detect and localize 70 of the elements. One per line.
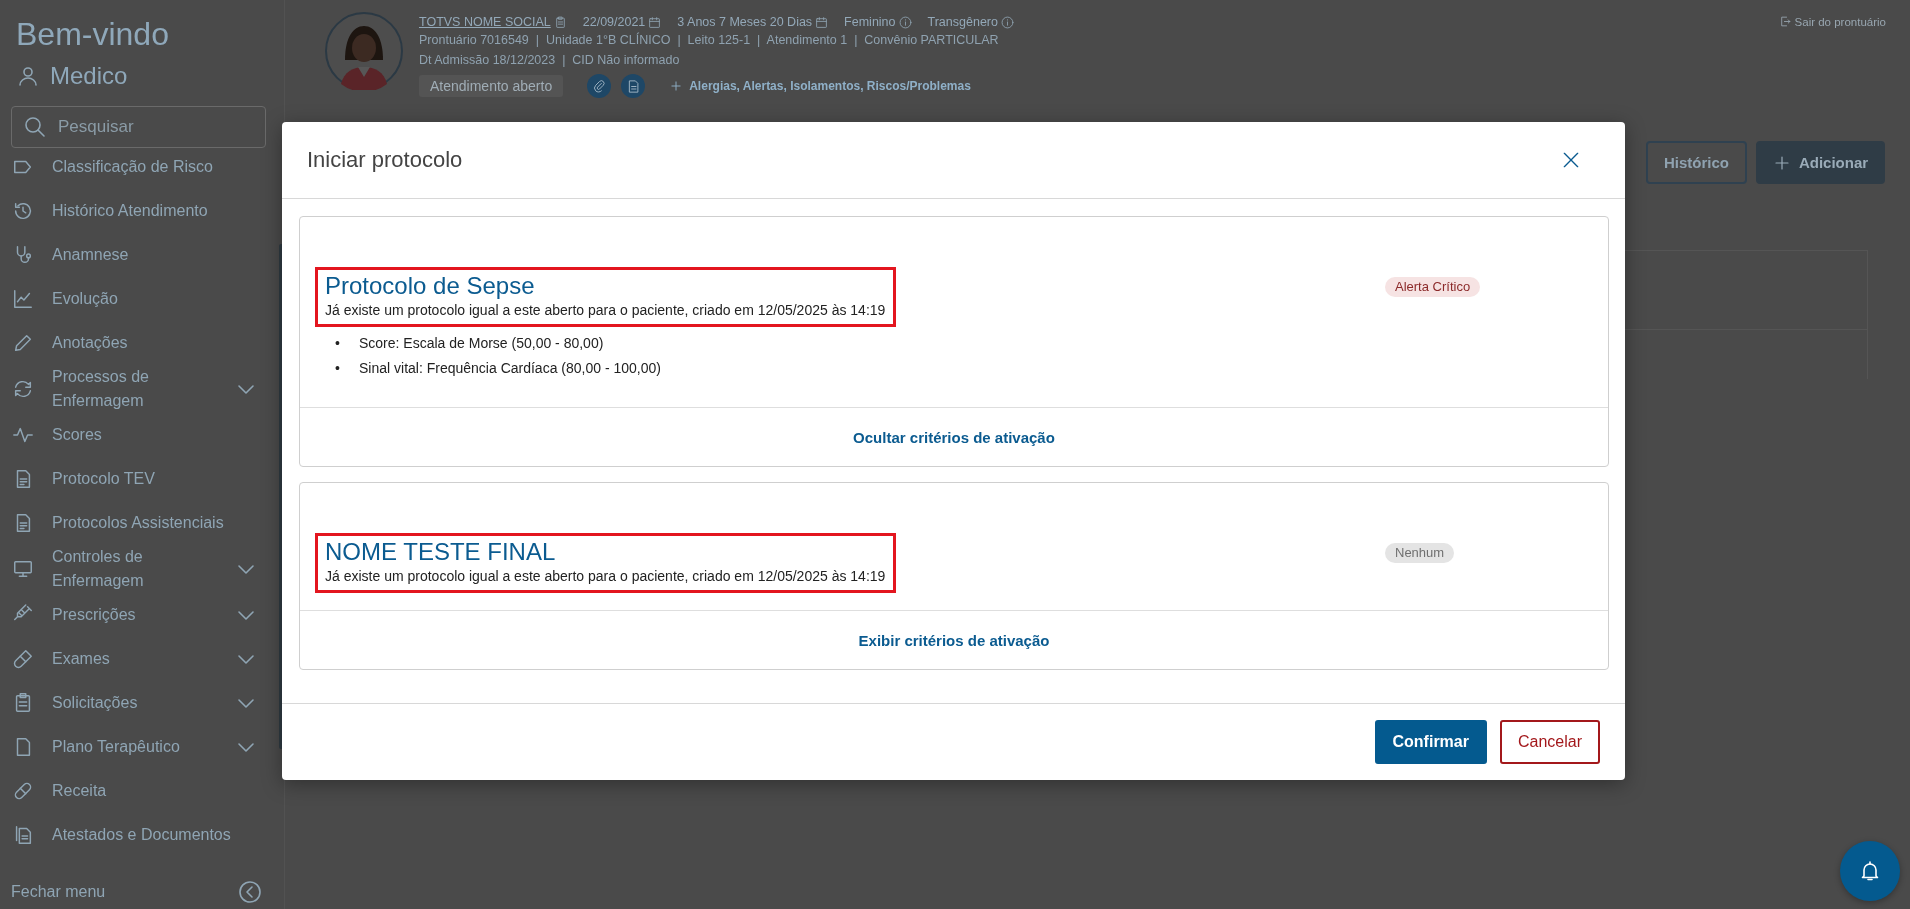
patient-name[interactable]: TOTVS NOME SOCIAL [419,15,551,29]
pill-icon [12,780,34,802]
history-icon [12,200,34,222]
info-icon [1000,15,1014,29]
menu-item[interactable]: Anotações [0,321,276,365]
refresh-icon [12,378,34,400]
protocol-message: Já existe um protocolo igual a este aberto para o paciente, criado em 12/05/2025 às 14:19 [325,301,886,319]
patient-details: Prontuário 7016549 | Unidade 1°B CLÍNICO | Leito 125-1 | Atendimento 1 | Convênio PARTICULAR [419,31,1000,49]
patient-gender: Transgênero [927,15,998,29]
alerts-link[interactable]: Alergias, Alertas, Isolamentos, Riscos/Problemas [669,79,971,93]
collapse-menu-link[interactable]: Fechar menu [11,883,106,901]
menu-item[interactable]: Plano Terapêutico [0,725,276,769]
close-icon [1561,150,1581,170]
toggle-criteria-link[interactable]: Ocultar critérios de ativação [853,428,1055,446]
exit-link[interactable]: Sair do prontuário [1778,15,1886,28]
bullet: • [335,359,341,378]
menu-item[interactable]: Evolução [0,277,276,321]
birth-date: 22/09/2021 [582,15,646,29]
menu-item[interactable]: Scores [0,413,276,457]
test-tube-icon [12,648,34,670]
monitor-icon [12,558,34,580]
menu-item[interactable]: Histórico Atendimento [0,189,276,233]
priority-badge: Alerta Crítico [1385,277,1481,297]
user-icon [16,64,40,88]
search-field[interactable]: Pesquisar [11,106,266,148]
menu-item[interactable]: Protocolo TEV [0,457,276,501]
menu-item[interactable]: Classificação de Risco [0,145,276,189]
confirm-button[interactable]: Confirmar [1374,720,1487,764]
bullet: • [335,334,341,353]
patient-sex: Feminino [844,15,896,29]
calendar-icon [815,15,829,29]
menu-item[interactable]: Anamnese [0,233,276,277]
menu-item[interactable]: Exames [0,637,276,681]
status-badge: Atendimento aberto [419,75,564,97]
calendar-icon [648,15,662,29]
close-button[interactable] [1561,150,1581,170]
protocol-name: NOME TESTE FINAL [325,537,557,567]
patient-details: Dt Admissão 18/12/2023 | CID Não informado [419,52,681,69]
attachment-button[interactable] [587,74,612,98]
greeting: Bem-vindo [16,15,169,54]
line-chart-icon [12,288,34,310]
paperclip-icon [591,78,607,94]
menu-item[interactable]: Receita [0,769,276,813]
history-button[interactable]: Histórico [1646,141,1747,184]
protocol-name: Protocolo de Sepse [325,271,536,301]
modal-title: Iniciar protocolo [307,147,463,173]
menu-item[interactable]: Protocolos Assistenciais [0,501,276,545]
chevron-left-circle-icon[interactable] [238,880,262,904]
user-name: Medico [50,62,128,90]
menu-item[interactable]: Solicitações [0,681,276,725]
criterion-item: Sinal vital: Frequência Cardíaca (80,00 - 100,00) [359,359,661,378]
menu-item[interactable]: Prescrições [0,593,276,637]
info-icon [898,15,912,29]
document-button[interactable] [621,74,646,98]
clipboard-icon [553,15,567,29]
cancel-button[interactable]: Cancelar [1499,720,1600,764]
menu-item[interactable]: Controles de Enfermagem [0,545,276,593]
add-button[interactable]: Adicionar [1756,141,1885,184]
priority-badge: Nenhum [1385,543,1455,563]
pencil-icon [12,332,34,354]
menu-item[interactable]: Atestados e Documentos [0,813,276,857]
logout-icon [1778,15,1792,28]
criterion-item: Score: Escala de Morse (50,00 - 80,00) [359,334,604,353]
notifications-button[interactable] [1840,841,1900,901]
toggle-criteria-link[interactable]: Exibir critérios de ativação [858,631,1050,649]
menu-item[interactable]: Processos de Enfermagem [0,365,276,413]
search-icon [23,115,47,139]
plus-icon [669,79,684,93]
protocol-message: Já existe um protocolo igual a este aberto para o paciente, criado em 12/05/2025 às 14:19 [325,567,886,585]
patient-age: 3 Anos 7 Meses 20 Dias [677,15,813,29]
